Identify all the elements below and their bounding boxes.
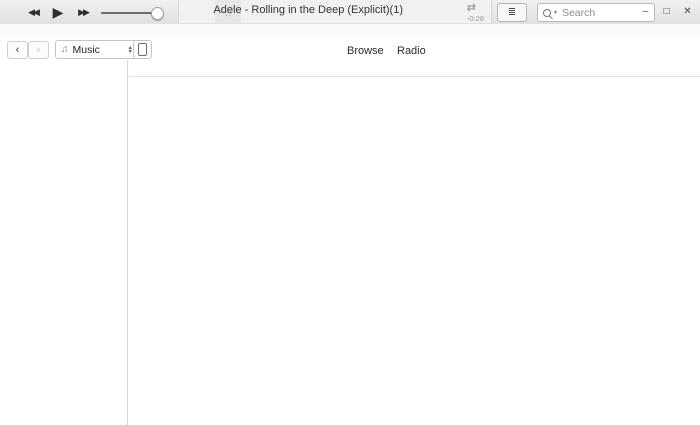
sidebar (0, 60, 128, 425)
play-button[interactable]: ▶ (49, 0, 67, 24)
time-remaining: -0:28 (467, 14, 484, 23)
tab-radio[interactable]: Radio (397, 45, 426, 57)
forward-button[interactable]: ▶▶ (72, 0, 94, 24)
song-list (129, 60, 700, 425)
toolbar: ◀◀ ▶ ▶▶ ♫ Adele - Rolling in the Deep (E… (0, 0, 700, 25)
list-header (129, 60, 700, 77)
now-playing-title: Adele - Rolling in the Deep (Explicit)(1… (213, 4, 403, 16)
up-next-list-icon: ≣ (508, 7, 516, 18)
list-rows (129, 76, 700, 425)
back-button[interactable]: ‹ (7, 41, 28, 59)
search-icon (543, 9, 551, 17)
up-next-button[interactable]: ≣ (497, 3, 527, 22)
maximize-button[interactable]: □ (656, 6, 677, 17)
media-selector[interactable]: ♫ Music ▲▼ (55, 40, 139, 59)
minimize-button[interactable]: – (635, 6, 656, 17)
close-button[interactable]: ✕ (677, 6, 698, 17)
nav-row: ‹ › ♫ Music ▲▼ Browse Radio (0, 38, 700, 61)
device-button[interactable] (133, 40, 152, 59)
volume-slider[interactable] (101, 12, 163, 14)
repeat-icon[interactable]: ⇄ (467, 1, 476, 14)
media-selector-value: Music (73, 44, 100, 56)
now-playing-widget: ♫ Adele - Rolling in the Deep (Explicit)… (178, 0, 492, 23)
iphone-icon (138, 43, 147, 56)
forward-nav-button[interactable]: › (28, 41, 49, 59)
window-controls: –□✕ (635, 0, 698, 22)
rewind-button[interactable]: ◀◀ (22, 0, 44, 24)
volume-knob[interactable] (151, 7, 164, 20)
music-note-icon: ♫ (61, 44, 69, 55)
itunes-window: ◀◀ ▶ ▶▶ ♫ Adele - Rolling in the Deep (E… (0, 0, 700, 425)
tab-browse[interactable]: Browse (347, 45, 384, 57)
menubar (0, 24, 700, 39)
search-options-caret-icon[interactable]: ▼ (553, 10, 558, 16)
